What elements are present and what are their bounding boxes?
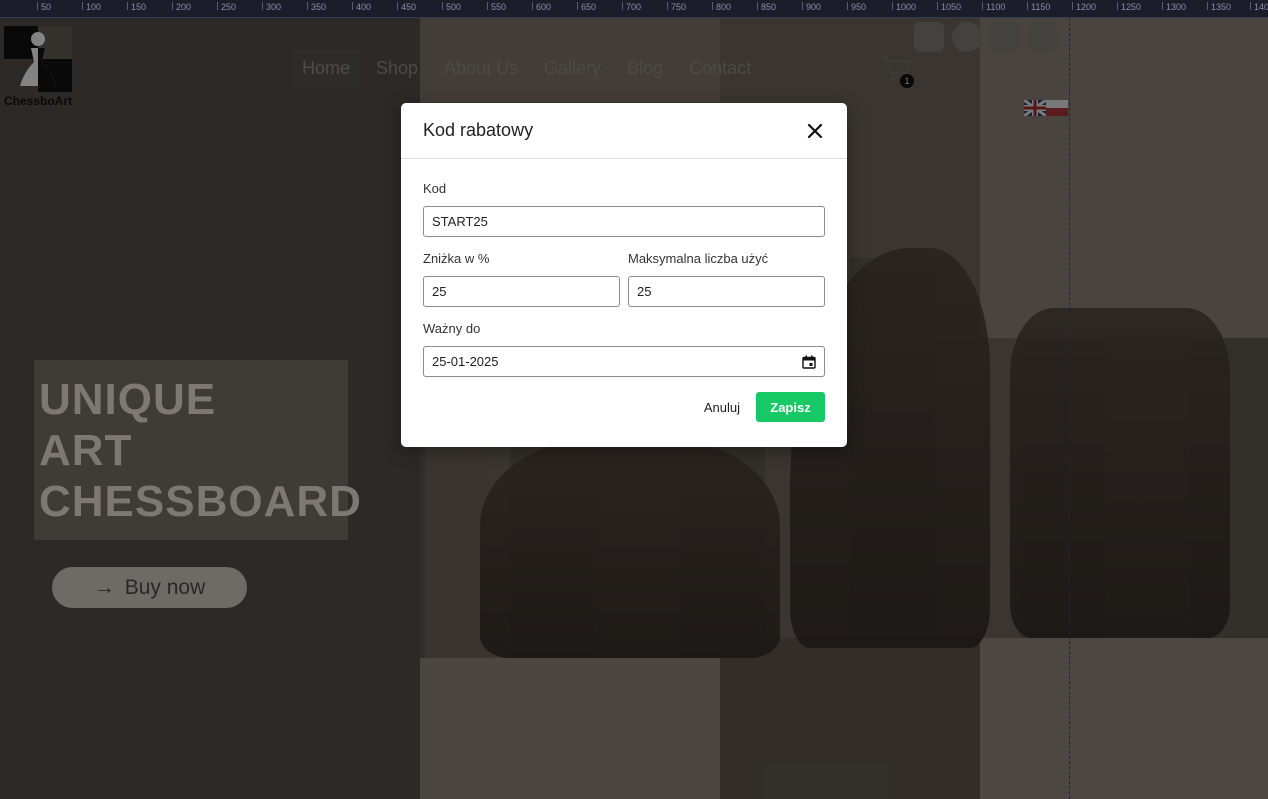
discount-label: Zniżka w % [423, 251, 490, 266]
discount-code-dialog: Kod rabatowy Kod START25 Zniżka w % 25 M… [401, 103, 847, 447]
ruler-tick: 1250 [1116, 2, 1142, 12]
discount-percent-input[interactable]: 25 [423, 276, 620, 307]
ruler-tick: 200 [171, 2, 192, 12]
ruler-tick: 1350 [1206, 2, 1232, 12]
ruler-tick: 100 [81, 2, 102, 12]
ruler-tick: 700 [621, 2, 642, 12]
ruler-tick: 250 [216, 2, 237, 12]
buy-now-button[interactable]: → Buy now [52, 567, 247, 608]
max-uses-input[interactable]: 25 [628, 276, 825, 307]
ruler-tick: 50 [36, 2, 52, 12]
ruler-tick: 140 [1249, 2, 1268, 12]
ruler-tick: 1000 [891, 2, 917, 12]
cancel-button[interactable]: Anuluj [704, 400, 740, 415]
ruler-tick: 400 [351, 2, 372, 12]
max-uses-column: Maksymalna liczba użyć 25 [628, 251, 825, 307]
ruler-tick: 650 [576, 2, 597, 12]
ruler-tick: 850 [756, 2, 777, 12]
hero-line: CHESSBOARD [39, 477, 362, 526]
dialog-body: Kod START25 Zniżka w % 25 Maksymalna lic… [401, 159, 847, 422]
close-icon [807, 123, 823, 138]
max-uses-label: Maksymalna liczba użyć [628, 251, 769, 266]
ruler-tick: 1150 [1026, 2, 1051, 12]
ruler-tick: 1300 [1161, 2, 1187, 12]
ruler-tick: 1050 [936, 2, 962, 12]
save-button[interactable]: Zapisz [756, 392, 825, 422]
code-input[interactable]: START25 [423, 206, 825, 237]
ruler-tick: 350 [306, 2, 327, 12]
hero-headline: UNIQUE ART CHESSBOARD [34, 360, 362, 540]
buy-now-label: Buy now [124, 575, 206, 599]
hero-line: ART [39, 426, 133, 475]
ruler-tick: 550 [486, 2, 507, 12]
discount-row: Zniżka w % 25 Maksymalna liczba użyć 25 [423, 251, 825, 307]
top-ruler: 50 100 150 200 250 300 350 400 450 500 5… [0, 0, 1268, 18]
calendar-icon[interactable] [802, 355, 816, 369]
ruler-tick: 600 [531, 2, 552, 12]
valid-until-value: 25-01-2025 [432, 354, 499, 369]
dialog-actions: Anuluj Zapisz [423, 392, 825, 422]
dialog-title: Kod rabatowy [423, 120, 534, 140]
ruler-tick: 750 [666, 2, 687, 12]
close-button[interactable] [805, 121, 825, 141]
ruler-tick: 450 [396, 2, 417, 12]
hero-line: UNIQUE [39, 375, 217, 424]
ruler-tick: 300 [261, 2, 282, 12]
ruler-tick: 950 [846, 2, 867, 12]
ruler-tick: 1100 [981, 2, 1006, 12]
ruler-tick: 1200 [1071, 2, 1097, 12]
discount-column: Zniżka w % 25 [423, 251, 620, 307]
valid-until-field: Ważny do 25-01-2025 [423, 321, 825, 377]
dialog-header: Kod rabatowy [401, 103, 847, 159]
code-label: Kod [423, 181, 447, 196]
valid-until-date-input[interactable]: 25-01-2025 [423, 346, 825, 377]
ruler-tick: 500 [441, 2, 462, 12]
valid-until-label: Ważny do [423, 321, 481, 336]
ruler-tick: 900 [801, 2, 822, 12]
arrow-right-icon: → [93, 575, 115, 599]
ruler-tick: 800 [711, 2, 732, 12]
ruler-tick: 150 [126, 2, 147, 12]
